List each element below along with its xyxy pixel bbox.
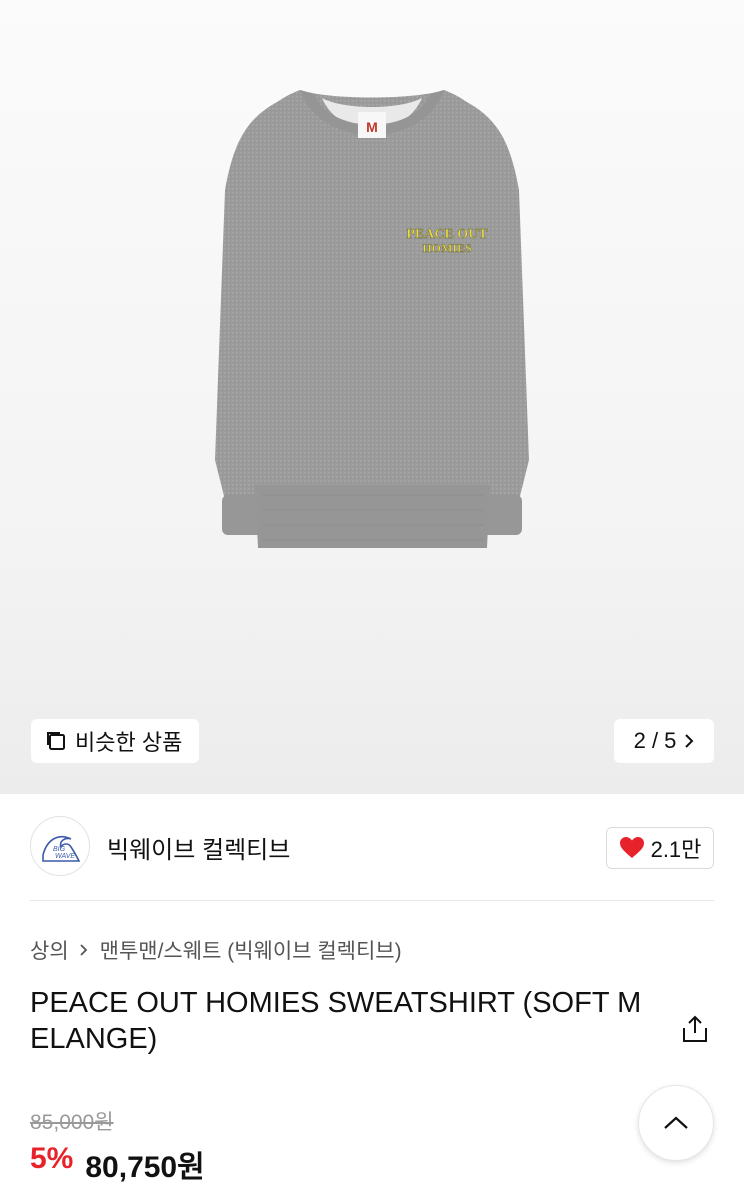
breadcrumb-category[interactable]: 상의 <box>30 935 69 965</box>
chevron-right-icon <box>685 734 694 748</box>
chest-graphic-line1: PEACE OUT <box>406 227 488 242</box>
divider <box>30 900 714 901</box>
similar-products-button[interactable]: 비슷한 상품 <box>31 719 199 763</box>
final-price: 80,750원 <box>85 1151 205 1184</box>
price-row: 5% 80,750원 <box>30 1142 205 1186</box>
chest-graphic-line2: HOMIES <box>422 241 472 255</box>
image-counter-button[interactable]: 2 / 5 <box>614 719 714 763</box>
share-icon[interactable] <box>680 1014 710 1044</box>
product-image[interactable]: M PEACE OUT HOMIES <box>0 0 744 794</box>
like-count: 2.1만 <box>650 837 702 862</box>
chevron-up-icon <box>664 1116 688 1129</box>
similar-products-label: 비슷한 상품 <box>75 730 183 755</box>
like-button[interactable]: 2.1만 <box>606 827 714 869</box>
discount-rate: 5% <box>30 1142 74 1175</box>
brand-logo-text-1: BIG <box>53 846 66 853</box>
brand-name[interactable]: 빅웨이브 컬렉티브 <box>107 830 290 865</box>
product-title: PEACE OUT HOMIES SWEATSHIRT (SOFT MELANG… <box>30 987 642 1055</box>
copy-icon <box>47 732 65 750</box>
original-price: 85,000원 <box>30 1111 114 1134</box>
heart-icon <box>619 837 644 858</box>
breadcrumb: 상의 맨투맨/스웨트 (빅웨이브 컬렉티브) <box>30 935 402 965</box>
brand-logo[interactable]: BIG WAVE <box>30 816 90 876</box>
chevron-right-icon <box>80 944 87 956</box>
brand-row: BIG WAVE 빅웨이브 컬렉티브 2.1만 <box>0 794 744 900</box>
image-counter: 2 / 5 <box>633 728 677 753</box>
size-tag-text: M <box>366 119 378 135</box>
product-image-gallery[interactable]: M PEACE OUT HOMIES 비슷한 상품 2 / 5 <box>0 0 744 794</box>
scroll-to-top-button[interactable] <box>638 1085 714 1161</box>
brand-logo-text-2: WAVE <box>55 853 75 860</box>
breadcrumb-subcategory[interactable]: 맨투맨/스웨트 (빅웨이브 컬렉티브) <box>100 935 402 965</box>
